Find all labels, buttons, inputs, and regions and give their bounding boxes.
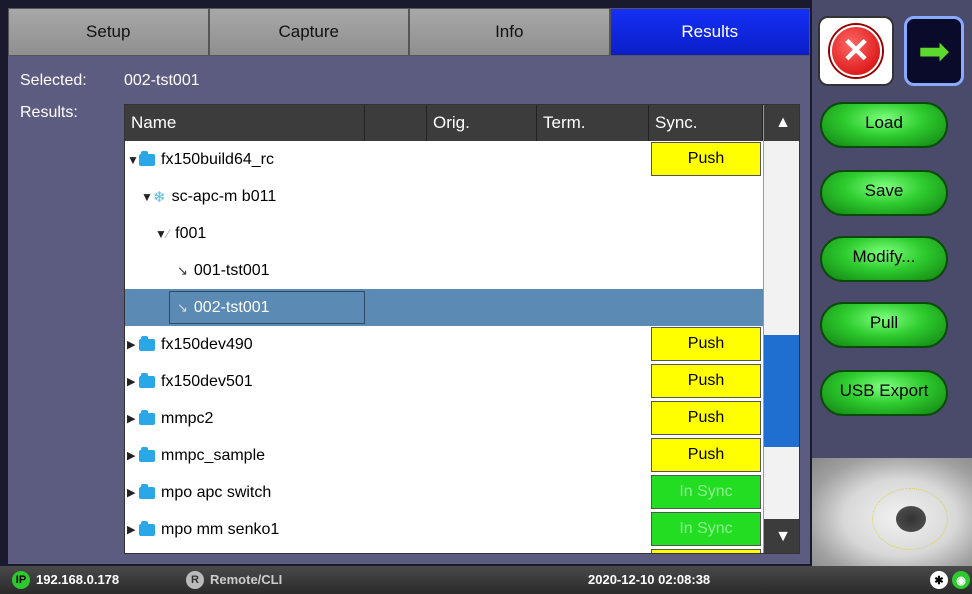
sync-status[interactable]: In Sync: [651, 512, 761, 546]
row-name: sc-apc-m b011: [171, 187, 277, 205]
table-row[interactable]: ▼ ⁄ f001: [125, 215, 763, 252]
sync-status[interactable]: In Sync: [651, 475, 761, 509]
save-button[interactable]: Save: [820, 170, 948, 216]
scroll-down-icon[interactable]: ▼: [764, 519, 799, 553]
selection-outline: [169, 291, 365, 324]
selected-value: 002-tst001: [124, 72, 200, 89]
column-orig[interactable]: Orig.: [427, 105, 537, 141]
close-button[interactable]: ✕: [818, 16, 894, 86]
tab-results[interactable]: Results: [609, 8, 810, 56]
collapse-arrow-icon[interactable]: ▶: [127, 375, 139, 388]
table-row[interactable]: ▼ ❄ sc-apc-m b011: [125, 178, 763, 215]
tab-setup[interactable]: Setup: [8, 8, 209, 56]
row-name: fx150dev490: [161, 335, 253, 353]
connector-icon: ↘: [177, 262, 188, 278]
remote-icon: R: [186, 571, 204, 589]
remote-status: Remote/CLI: [210, 572, 283, 587]
table-row[interactable]: ↘ 001-tst001: [125, 252, 763, 289]
folder-icon: [139, 446, 155, 462]
tab-capture[interactable]: Capture: [208, 8, 409, 56]
sync-status: [651, 549, 761, 553]
table-row[interactable]: ▼ fx150build64_rc Push: [125, 141, 763, 178]
table-row[interactable]: ▶ mpo mm senko1 In Sync: [125, 511, 763, 548]
column-blank[interactable]: [365, 105, 427, 141]
expand-arrow-icon[interactable]: ▼: [141, 190, 153, 204]
fiber-core: [896, 506, 926, 532]
row-name: mpo mm senko1: [161, 520, 280, 538]
status-bar: IP 192.168.0.178 R Remote/CLI 2020-12-10…: [0, 566, 972, 594]
column-term[interactable]: Term.: [537, 105, 649, 141]
table-row[interactable]: ▶ fx150dev490 Push: [125, 326, 763, 363]
table-row: [125, 548, 763, 553]
table-row[interactable]: ▶ fx150dev501 Push: [125, 363, 763, 400]
table-row[interactable]: ▶ mpo apc switch In Sync: [125, 474, 763, 511]
sync-status[interactable]: Push: [651, 438, 761, 472]
collapse-arrow-icon[interactable]: ▶: [127, 412, 139, 425]
folder-icon: [139, 150, 155, 166]
tab-bar: Setup Capture Info Results: [8, 8, 810, 56]
modify-button[interactable]: Modify...: [820, 236, 948, 282]
folder-icon: [139, 483, 155, 499]
collapse-arrow-icon[interactable]: ▶: [127, 523, 139, 536]
folder-icon: [139, 372, 155, 388]
table-row[interactable]: ▶ mmpc2 Push: [125, 400, 763, 437]
datetime: 2020-12-10 02:08:38: [588, 572, 711, 587]
tree-rows: ▼ fx150build64_rc Push ▼ ❄ sc-apc-m b011…: [125, 141, 763, 553]
folder-icon: [139, 335, 155, 351]
results-tree-table: Name Orig. Term. Sync. ▼ fx150build64_rc…: [124, 104, 800, 554]
scroll-thumb[interactable]: [764, 335, 799, 447]
next-button[interactable]: ➡: [904, 16, 964, 86]
table-row-selected[interactable]: ↘ 002-tst001: [125, 289, 763, 326]
row-name: mmpc_sample: [161, 446, 266, 464]
arrow-right-icon: ➡: [918, 30, 950, 73]
collapse-arrow-icon[interactable]: ▶: [127, 486, 139, 499]
ip-address: 192.168.0.178: [36, 572, 120, 587]
row-name: fx150build64_rc: [161, 150, 274, 168]
row-name: mmpc2: [161, 409, 214, 427]
fiber-icon: ⁄: [167, 226, 170, 241]
folder-icon: [139, 409, 155, 425]
row-name: fx150dev501: [161, 372, 253, 390]
row-name: 001-tst001: [193, 261, 270, 279]
sync-status[interactable]: Push: [651, 401, 761, 435]
column-sync[interactable]: Sync.: [649, 105, 763, 141]
cable-icon: ❄: [153, 188, 166, 206]
ip-icon: IP: [12, 571, 30, 589]
fiber-endface-thumbnail[interactable]: [812, 458, 972, 566]
sync-status[interactable]: Push: [651, 364, 761, 398]
folder-icon: [139, 520, 155, 536]
column-name[interactable]: Name: [125, 105, 365, 141]
usb-export-button[interactable]: USB Export: [820, 370, 948, 416]
pull-button[interactable]: Pull: [820, 302, 948, 348]
collapse-arrow-icon[interactable]: ▶: [127, 338, 139, 351]
sync-status[interactable]: Push: [651, 142, 761, 176]
vertical-scrollbar[interactable]: ▲ ▼: [763, 105, 799, 553]
results-label: Results:: [20, 104, 78, 121]
expand-arrow-icon[interactable]: ▼: [155, 227, 167, 241]
collapse-arrow-icon[interactable]: ▶: [127, 449, 139, 462]
expand-arrow-icon[interactable]: ▼: [127, 153, 139, 167]
top-controls: ✕ ➡: [812, 8, 972, 90]
bluetooth-icon: ✱: [930, 571, 948, 589]
table-row[interactable]: ▶ mmpc_sample Push: [125, 437, 763, 474]
scroll-up-icon[interactable]: ▲: [764, 105, 799, 141]
row-name: mpo apc switch: [161, 483, 272, 501]
selected-label: Selected:: [20, 72, 87, 89]
close-icon: ✕: [830, 25, 882, 77]
table-header: Name Orig. Term. Sync.: [125, 105, 799, 141]
row-name: f001: [175, 224, 207, 242]
tab-info[interactable]: Info: [409, 8, 610, 56]
load-button[interactable]: Load: [820, 102, 948, 148]
sync-status[interactable]: Push: [651, 327, 761, 361]
wifi-icon: ◉: [952, 571, 970, 589]
